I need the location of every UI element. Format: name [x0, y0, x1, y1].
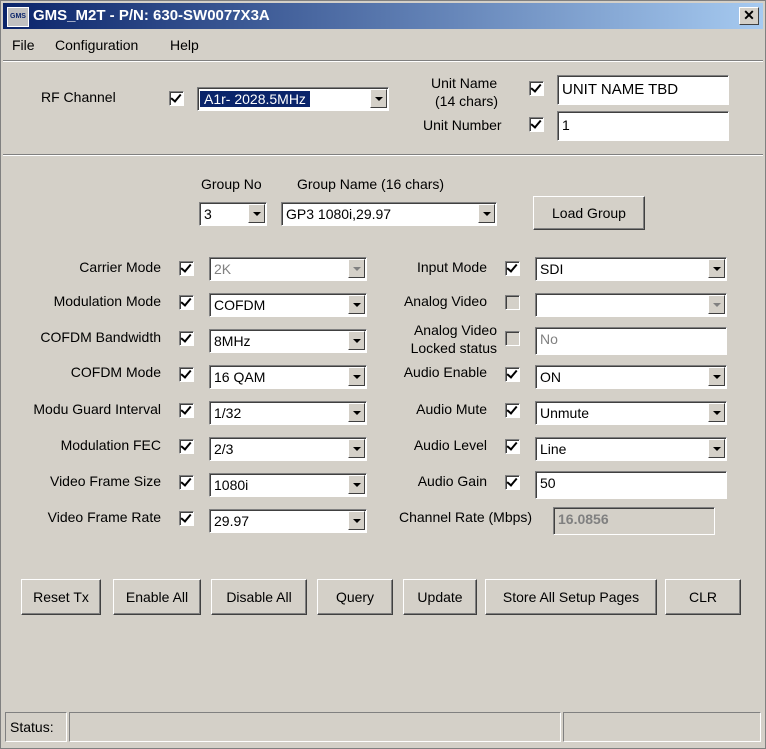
chevron-down-icon[interactable]	[370, 89, 387, 108]
analog-locked-field: No	[535, 327, 727, 355]
group-no-label: Group No	[201, 176, 262, 192]
unit-number-checkbox[interactable]	[529, 117, 544, 132]
rf-channel-checkbox[interactable]	[169, 91, 184, 106]
carrier-mode-checkbox[interactable]	[179, 261, 194, 276]
audio-gain-input[interactable]: 50	[535, 471, 727, 499]
input-mode-select[interactable]: SDI	[535, 257, 727, 281]
menu-help[interactable]: Help	[170, 37, 199, 53]
rf-channel-select[interactable]: A1r- 2028.5MHz	[197, 87, 389, 111]
clr-button[interactable]: CLR	[665, 579, 741, 615]
analog-locked-checkbox[interactable]	[505, 331, 520, 346]
input-mode-checkbox[interactable]	[505, 261, 520, 276]
analog-video-select[interactable]	[535, 293, 727, 317]
audio-mute-checkbox[interactable]	[505, 403, 520, 418]
modulation-mode-select[interactable]: COFDM	[209, 293, 367, 317]
analog-locked-label: Analog Video	[413, 322, 497, 338]
cofdm-bandwidth-checkbox[interactable]	[179, 331, 194, 346]
chevron-down-icon[interactable]	[348, 259, 365, 278]
guard-interval-select[interactable]: 1/32	[209, 401, 367, 425]
audio-level-checkbox[interactable]	[505, 439, 520, 454]
unit-name-hint: (14 chars)	[435, 93, 499, 109]
window-title: GMS_M2T - P/N: 630-SW0077X3A	[33, 7, 270, 24]
audio-level-label: Audio Level	[413, 437, 487, 453]
load-group-button[interactable]: Load Group	[533, 196, 645, 230]
chevron-down-icon[interactable]	[708, 367, 725, 386]
chevron-down-icon[interactable]	[708, 403, 725, 422]
audio-mute-label: Audio Mute	[416, 401, 487, 417]
status-label-cell: Status:	[5, 712, 67, 742]
close-button[interactable]: ✕	[739, 7, 759, 25]
menu-file[interactable]: File	[12, 37, 35, 53]
input-mode-label: Input Mode	[416, 259, 487, 275]
carrier-mode-select[interactable]: 2K	[209, 257, 367, 281]
audio-enable-label: Audio Enable	[403, 364, 487, 380]
chevron-down-icon[interactable]	[708, 295, 725, 314]
enable-all-button[interactable]: Enable All	[113, 579, 201, 615]
frame-rate-select[interactable]: 29.97	[209, 509, 367, 533]
disable-all-button[interactable]: Disable All	[211, 579, 307, 615]
modulation-fec-select[interactable]: 2/3	[209, 437, 367, 461]
unit-name-label: Unit Name	[431, 75, 498, 91]
update-button[interactable]: Update	[403, 579, 477, 615]
analog-locked-label-2: Locked status	[410, 340, 497, 356]
frame-size-select[interactable]: 1080i	[209, 473, 367, 497]
channel-rate-label: Channel Rate (Mbps)	[399, 509, 533, 525]
store-all-button[interactable]: Store All Setup Pages	[485, 579, 657, 615]
chevron-down-icon[interactable]	[348, 403, 365, 422]
status-extra	[563, 712, 761, 742]
audio-enable-select[interactable]: ON	[535, 365, 727, 389]
frame-size-checkbox[interactable]	[179, 475, 194, 490]
chevron-down-icon[interactable]	[708, 259, 725, 278]
section-divider	[3, 154, 763, 156]
chevron-down-icon[interactable]	[348, 475, 365, 494]
chevron-down-icon[interactable]	[248, 204, 265, 223]
group-no-select[interactable]: 3	[199, 202, 267, 226]
modulation-mode-checkbox[interactable]	[179, 295, 194, 310]
app-icon: GMS	[7, 7, 29, 27]
chevron-down-icon[interactable]	[348, 367, 365, 386]
chevron-down-icon[interactable]	[348, 295, 365, 314]
audio-level-select[interactable]: Line	[535, 437, 727, 461]
frame-rate-label: Video Frame Rate	[47, 509, 161, 525]
audio-mute-select[interactable]: Unmute	[535, 401, 727, 425]
audio-enable-checkbox[interactable]	[505, 367, 520, 382]
cofdm-mode-label: COFDM Mode	[70, 364, 161, 380]
cofdm-mode-checkbox[interactable]	[179, 367, 194, 382]
menu-configuration[interactable]: Configuration	[55, 37, 138, 53]
status-message	[69, 712, 561, 742]
modulation-fec-label: Modulation FEC	[60, 437, 161, 453]
chevron-down-icon[interactable]	[478, 204, 495, 223]
title-bar[interactable]: GMS GMS_M2T - P/N: 630-SW0077X3A ✕	[3, 3, 763, 29]
query-button[interactable]: Query	[317, 579, 393, 615]
carrier-mode-label: Carrier Mode	[79, 259, 161, 275]
group-name-label: Group Name (16 chars)	[297, 176, 445, 192]
frame-size-label: Video Frame Size	[49, 473, 161, 489]
chevron-down-icon[interactable]	[348, 331, 365, 350]
main-window: GMS GMS_M2T - P/N: 630-SW0077X3A ✕ File …	[0, 0, 766, 749]
menu-divider	[3, 60, 763, 62]
frame-rate-checkbox[interactable]	[179, 511, 194, 526]
reset-tx-button[interactable]: Reset Tx	[21, 579, 101, 615]
chevron-down-icon[interactable]	[708, 439, 725, 458]
cofdm-mode-select[interactable]: 16 QAM	[209, 365, 367, 389]
chevron-down-icon[interactable]	[348, 511, 365, 530]
analog-video-label: Analog Video	[403, 293, 487, 309]
unit-name-checkbox[interactable]	[529, 81, 544, 96]
unit-number-label: Unit Number	[423, 117, 502, 133]
analog-video-checkbox[interactable]	[505, 295, 520, 310]
cofdm-bandwidth-label: COFDM Bandwidth	[40, 329, 161, 345]
modulation-mode-label: Modulation Mode	[53, 293, 161, 309]
cofdm-bandwidth-select[interactable]: 8MHz	[209, 329, 367, 353]
channel-rate-field: 16.0856	[553, 507, 715, 535]
group-name-select[interactable]: GP3 1080i,29.97	[281, 202, 497, 226]
unit-name-input[interactable]: UNIT NAME TBD	[557, 75, 729, 105]
chevron-down-icon[interactable]	[348, 439, 365, 458]
unit-number-input[interactable]: 1	[557, 111, 729, 141]
modulation-fec-checkbox[interactable]	[179, 439, 194, 454]
audio-gain-label: Audio Gain	[417, 473, 487, 489]
rf-channel-label: RF Channel	[41, 89, 116, 105]
audio-gain-checkbox[interactable]	[505, 475, 520, 490]
guard-interval-checkbox[interactable]	[179, 403, 194, 418]
guard-interval-label: Modu Guard Interval	[33, 401, 161, 417]
